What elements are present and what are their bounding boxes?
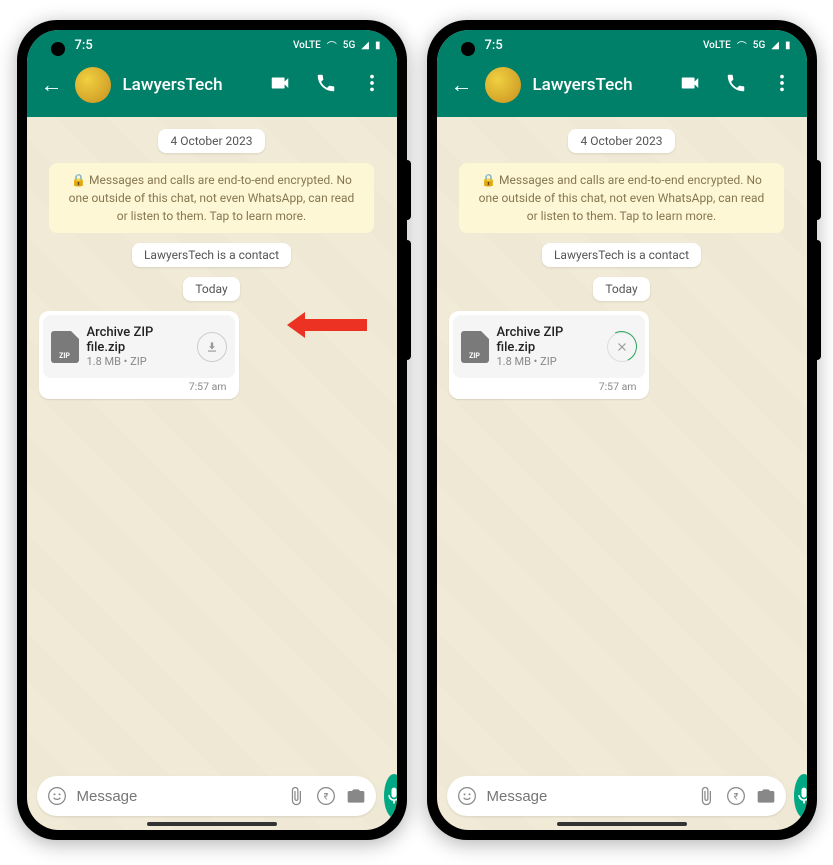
file-message[interactable]: ZIP Archive ZIP file.zip 1.8 MB • ZIP 7:… [39, 311, 239, 399]
contact-name[interactable]: LawyersTech [123, 75, 257, 95]
battery-icon: ▮ [375, 40, 381, 51]
chat-body[interactable]: 4 October 2023 🔒 Messages and calls are … [27, 117, 397, 766]
screen: 7:5 VoLTE ⌒ 5G ◢ ▮ ← LawyersTech 4 Octob… [437, 30, 807, 830]
mic-button[interactable] [384, 774, 397, 818]
back-button[interactable]: ← [41, 72, 63, 98]
voice-call-button[interactable] [315, 72, 337, 98]
file-type-icon: ZIP [461, 331, 489, 363]
message-input[interactable] [487, 788, 686, 805]
status-icons: VoLTE ⌒ 5G ◢ ▮ [291, 38, 381, 53]
encryption-notice[interactable]: 🔒 Messages and calls are end-to-end encr… [459, 163, 784, 233]
wifi-icon: ⌒ [737, 38, 747, 53]
camera-hole [51, 42, 65, 56]
lock-icon: 🔒 [481, 173, 496, 187]
svg-text:₹: ₹ [733, 792, 738, 802]
file-meta: 1.8 MB • ZIP [87, 355, 189, 368]
file-meta: 1.8 MB • ZIP [497, 355, 599, 368]
phone-right: 7:5 VoLTE ⌒ 5G ◢ ▮ ← LawyersTech 4 Octob… [427, 20, 817, 840]
more-options-button[interactable] [361, 72, 383, 98]
message-input[interactable] [77, 788, 276, 805]
screen: 7:5 VoLTE ⌒ 5G ◢ ▮ ← LawyersTech 4 Octob… [27, 30, 397, 830]
camera-button[interactable] [756, 786, 776, 806]
status-time: 7:5 [75, 38, 93, 53]
lock-icon: 🔒 [71, 173, 86, 187]
contact-name[interactable]: LawyersTech [533, 75, 667, 95]
tutorial-arrow [287, 312, 367, 338]
date-pill: 4 October 2023 [158, 129, 264, 153]
contact-info-pill[interactable]: LawyersTech is a contact [542, 243, 701, 267]
camera-hole [461, 42, 475, 56]
video-call-button[interactable] [679, 72, 701, 98]
chat-body[interactable]: 4 October 2023 🔒 Messages and calls are … [437, 117, 807, 766]
phone-left: 7:5 VoLTE ⌒ 5G ◢ ▮ ← LawyersTech 4 Octob… [17, 20, 407, 840]
encryption-text: Messages and calls are end-to-end encryp… [479, 173, 765, 223]
chat-header: ← LawyersTech [437, 57, 807, 117]
today-pill: Today [593, 277, 649, 301]
encryption-notice[interactable]: 🔒 Messages and calls are end-to-end encr… [49, 163, 374, 233]
mic-button[interactable] [794, 774, 807, 818]
svg-text:₹: ₹ [323, 792, 328, 802]
file-row: ZIP Archive ZIP file.zip 1.8 MB • ZIP [43, 315, 235, 378]
home-indicator[interactable] [557, 822, 687, 826]
signal-icon: ◢ [361, 40, 369, 51]
file-name: Archive ZIP file.zip [497, 325, 599, 355]
status-icons: VoLTE ⌒ 5G ◢ ▮ [701, 38, 791, 53]
payment-button[interactable]: ₹ [726, 786, 746, 806]
download-button[interactable] [197, 332, 227, 362]
avatar[interactable] [485, 67, 521, 103]
home-indicator[interactable] [147, 822, 277, 826]
encryption-text: Messages and calls are end-to-end encryp… [69, 173, 355, 223]
volte-icon: VoLTE [703, 40, 731, 51]
emoji-button[interactable] [457, 786, 477, 806]
status-bar: 7:5 VoLTE ⌒ 5G ◢ ▮ [27, 30, 397, 57]
file-row: ZIP Archive ZIP file.zip 1.8 MB • ZIP [453, 315, 645, 378]
network-label: 5G [343, 40, 356, 51]
status-bar: 7:5 VoLTE ⌒ 5G ◢ ▮ [437, 30, 807, 57]
wifi-icon: ⌒ [327, 38, 337, 53]
message-input-container: ₹ [447, 776, 786, 816]
chat-header: ← LawyersTech [27, 57, 397, 117]
message-time: 7:57 am [453, 378, 645, 395]
date-pill: 4 October 2023 [568, 129, 674, 153]
today-pill: Today [183, 277, 239, 301]
message-input-container: ₹ [37, 776, 376, 816]
cancel-download-button[interactable] [607, 332, 637, 362]
contact-info-pill[interactable]: LawyersTech is a contact [132, 243, 291, 267]
file-name: Archive ZIP file.zip [87, 325, 189, 355]
voice-call-button[interactable] [725, 72, 747, 98]
more-options-button[interactable] [771, 72, 793, 98]
battery-icon: ▮ [785, 40, 791, 51]
network-label: 5G [753, 40, 766, 51]
payment-button[interactable]: ₹ [316, 786, 336, 806]
attach-button[interactable] [696, 786, 716, 806]
volte-icon: VoLTE [293, 40, 321, 51]
back-button[interactable]: ← [451, 72, 473, 98]
emoji-button[interactable] [47, 786, 67, 806]
video-call-button[interactable] [269, 72, 291, 98]
avatar[interactable] [75, 67, 111, 103]
file-details: Archive ZIP file.zip 1.8 MB • ZIP [497, 325, 599, 368]
file-message[interactable]: ZIP Archive ZIP file.zip 1.8 MB • ZIP 7:… [449, 311, 649, 399]
signal-icon: ◢ [771, 40, 779, 51]
attach-button[interactable] [286, 786, 306, 806]
camera-button[interactable] [346, 786, 366, 806]
file-details: Archive ZIP file.zip 1.8 MB • ZIP [87, 325, 189, 368]
file-type-icon: ZIP [51, 331, 79, 363]
message-time: 7:57 am [43, 378, 235, 395]
input-bar: ₹ [437, 766, 807, 830]
status-time: 7:5 [485, 38, 503, 53]
input-bar: ₹ [27, 766, 397, 830]
